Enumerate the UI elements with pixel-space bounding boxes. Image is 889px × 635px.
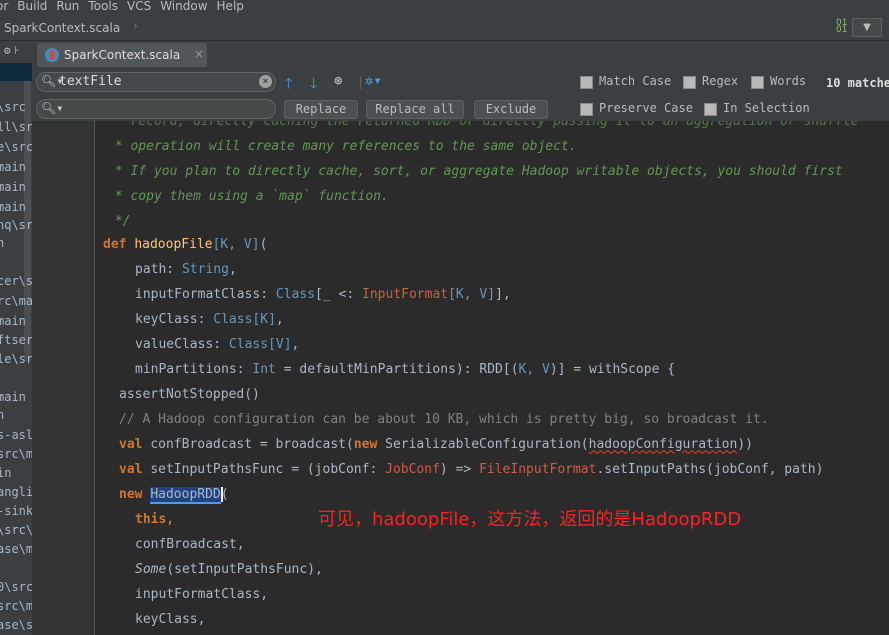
code-line: * If you plan to directly cache, sort, o…: [107, 164, 843, 179]
menu-item-window[interactable]: Window: [160, 0, 207, 13]
code-line: minPartitions: Int = defaultMinPartition…: [135, 362, 676, 377]
breadcrumb-separator: ›: [133, 19, 138, 33]
match-count: 10 matches: [826, 76, 889, 90]
menu-bar: or Build Run Tools VCS Window Help: [0, 0, 889, 14]
menu-item-help[interactable]: Help: [217, 0, 244, 13]
project-tree-item[interactable]: ll\src: [0, 120, 32, 134]
scala-file-icon: [45, 48, 59, 62]
code-line: keyClass,: [135, 612, 206, 627]
project-tree-item[interactable]: \src: [0, 100, 26, 114]
binary-icon[interactable]: 01 01: [836, 19, 847, 35]
project-tree-item[interactable]: ase\s: [0, 618, 32, 632]
project-tree-item[interactable]: 0\src: [0, 580, 32, 594]
project-tree-item[interactable]: nq\sr: [0, 218, 32, 232]
menu-item-tools[interactable]: Tools: [88, 0, 118, 13]
project-tree-item[interactable]: s-asl: [0, 428, 32, 442]
highlighted-identifier[interactable]: HadoopRDD: [150, 487, 221, 504]
close-tab-icon[interactable]: ×: [194, 47, 204, 61]
filter-settings-icon[interactable]: ✲▾: [365, 73, 382, 89]
clear-search-icon[interactable]: ×: [259, 75, 272, 88]
words-checkbox[interactable]: [751, 76, 764, 89]
project-tree-item[interactable]: ase\m: [0, 542, 32, 556]
settings-icon[interactable]: ⚙: [4, 44, 11, 57]
project-tree-item[interactable]: le\sr: [0, 352, 32, 366]
code-line: valueClass: Class[V],: [135, 337, 300, 352]
tab-label: SparkContext.scala: [64, 48, 181, 62]
code-line: * operation will create many references …: [107, 139, 577, 154]
code-line: new HadoopRDD(: [119, 487, 229, 504]
editor-gutter[interactable]: [32, 121, 117, 635]
code-line: path: String,: [135, 262, 237, 277]
in-selection-label: In Selection: [723, 101, 810, 115]
dropdown-arrow-icon[interactable]: ▼: [852, 18, 882, 37]
project-panel: ⚙ ⊦ \src ll\src e\src main main main nq\sr n cer…: [0, 41, 32, 635]
selected-tree-row[interactable]: [0, 63, 32, 81]
code-line: val confBroadcast = broadcast(new Serial…: [119, 437, 753, 452]
project-tree-item[interactable]: n: [0, 236, 4, 250]
annotation-note: 可见，hadoopFile，这方法，返回的是HadoopRDD: [318, 509, 742, 530]
project-tree-item[interactable]: main: [0, 314, 26, 328]
preserve-case-label: Preserve Case: [599, 101, 693, 115]
project-tree-item[interactable]: e\src: [0, 140, 32, 154]
project-tree-item[interactable]: src\m: [0, 447, 32, 461]
code-line: inputFormatClass,: [135, 587, 269, 602]
code-line: keyClass: Class[K],: [135, 312, 284, 327]
code-line: */: [107, 214, 131, 229]
menu-item-build[interactable]: Build: [17, 0, 47, 13]
words-label: Words: [770, 74, 807, 88]
preserve-case-checkbox[interactable]: [580, 103, 593, 116]
replace-all-button[interactable]: Replace all: [366, 100, 464, 119]
exclude-button[interactable]: Exclude: [474, 100, 548, 119]
project-tree-item[interactable]: main: [0, 160, 26, 174]
project-tree-item[interactable]: \src\: [0, 523, 32, 537]
tab-sparkcontext-scala[interactable]: SparkContext.scala ×: [37, 43, 207, 67]
navigation-bar: SparkContext.scala › 01 01 ▼: [0, 14, 889, 41]
project-tree-item[interactable]: main: [0, 180, 26, 194]
code-editor[interactable]: * record, directly caching the returned …: [95, 121, 889, 635]
project-tree-item[interactable]: ftser: [0, 333, 32, 347]
project-tree-item[interactable]: in: [0, 466, 11, 480]
project-tree-item[interactable]: src\m: [0, 599, 32, 613]
code-line: def hadoopFile[K, V](: [103, 237, 268, 252]
code-line: * record, directly caching the returned …: [107, 121, 859, 129]
find-all-icon[interactable]: ⊛: [334, 73, 342, 89]
collapse-icon[interactable]: ⊦: [14, 44, 20, 57]
project-tree-item[interactable]: -sink: [0, 504, 32, 518]
previous-occurrence-icon[interactable]: 🡑: [285, 73, 292, 97]
next-occurrence-icon[interactable]: 🡓: [310, 73, 317, 97]
code-line: * copy them using a `map` function.: [107, 189, 389, 204]
project-panel-header: ⚙ ⊦: [0, 41, 32, 63]
project-tree-item[interactable]: main: [0, 390, 26, 404]
regex-label: Regex: [702, 74, 739, 88]
project-tree-item[interactable]: cer\s: [0, 274, 32, 288]
code-line: val setInputPathsFunc = (jobConf: JobCon…: [119, 462, 824, 477]
in-selection-checkbox[interactable]: [704, 103, 717, 116]
code-line: inputFormatClass: Class[_ <: InputFormat…: [135, 287, 511, 302]
code-line: Some(setInputPathsFunc),: [135, 562, 323, 577]
match-case-label: Match Case: [599, 74, 672, 88]
match-case-checkbox[interactable]: [580, 76, 593, 89]
project-tree-item[interactable]: main: [0, 200, 26, 214]
regex-checkbox[interactable]: [683, 76, 696, 89]
breadcrumb[interactable]: SparkContext.scala: [4, 21, 120, 35]
divider: |: [357, 75, 365, 89]
code-line: confBroadcast,: [135, 537, 245, 552]
code-line: assertNotStopped(): [119, 387, 260, 402]
project-tree-item[interactable]: n: [0, 408, 4, 422]
search-field[interactable]: 🔍︎▾ textFile ×: [36, 72, 276, 92]
project-tree-item[interactable]: angli: [0, 485, 32, 499]
search-input[interactable]: textFile: [59, 74, 122, 89]
replace-history-icon[interactable]: 🔍︎▾: [41, 101, 63, 115]
project-tree-item[interactable]: rc\ma: [0, 294, 32, 308]
replace-field[interactable]: 🔍︎▾: [36, 99, 276, 119]
find-replace-bar: 🔍︎▾ textFile × 🔍︎▾ 🡑 🡓 ⊛ | ✲▾ Replace Re…: [32, 67, 889, 121]
code-line: // A Hadoop configuration can be about 1…: [119, 412, 769, 427]
replace-button[interactable]: Replace: [284, 100, 358, 119]
menu-item-editor[interactable]: or: [0, 0, 8, 13]
editor-tab-bar: SparkContext.scala ×: [32, 41, 889, 68]
menu-item-vcs[interactable]: VCS: [127, 0, 151, 13]
code-line: this,: [135, 512, 175, 527]
menu-item-run[interactable]: Run: [56, 0, 79, 13]
